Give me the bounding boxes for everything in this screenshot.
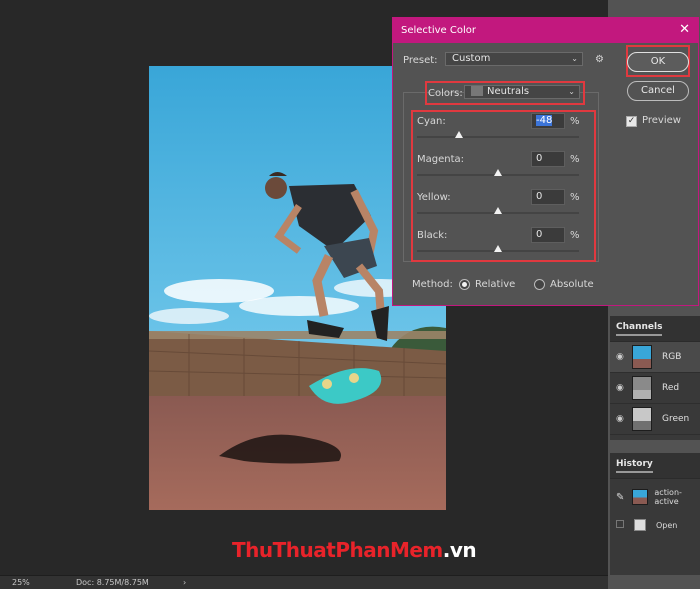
percent-label: % bbox=[570, 116, 580, 127]
preview-checkbox[interactable]: ✓ bbox=[626, 116, 637, 127]
absolute-label[interactable]: Absolute bbox=[550, 279, 594, 290]
history-item[interactable]: ✎ action-active bbox=[610, 483, 700, 511]
black-value-input[interactable]: 0 bbox=[531, 227, 565, 243]
history-tab[interactable]: History bbox=[616, 459, 653, 473]
brush-icon: ✎ bbox=[616, 491, 625, 503]
history-item-label: Open bbox=[656, 520, 678, 530]
selective-color-dialog: Selective Color ✕ Preset: Custom ⌄ ⚙ Col… bbox=[392, 17, 699, 306]
percent-label: % bbox=[570, 230, 580, 241]
close-icon[interactable]: ✕ bbox=[679, 22, 690, 37]
colors-label: Colors: bbox=[428, 88, 463, 99]
history-panel-header[interactable]: History bbox=[610, 453, 700, 479]
preset-select[interactable]: Custom ⌄ bbox=[445, 52, 583, 66]
channel-label: Red bbox=[662, 383, 680, 393]
gear-icon[interactable]: ⚙ bbox=[595, 54, 604, 65]
history-thumbnail bbox=[632, 489, 649, 505]
cyan-value-input[interactable]: -48 bbox=[531, 113, 565, 129]
chevron-right-icon[interactable]: › bbox=[183, 578, 186, 587]
history-item[interactable]: Open bbox=[610, 511, 700, 539]
preset-label: Preset: bbox=[403, 55, 438, 66]
checkbox-icon bbox=[616, 520, 630, 530]
colors-select[interactable]: Neutrals ⌄ bbox=[464, 85, 580, 99]
slider-label: Yellow: bbox=[417, 192, 451, 203]
slider-label: Magenta: bbox=[417, 154, 465, 165]
eye-icon[interactable]: ◉ bbox=[616, 383, 628, 393]
document-icon bbox=[634, 519, 646, 531]
zoom-level[interactable]: 25% bbox=[12, 578, 30, 587]
cyan-slider-track[interactable] bbox=[417, 136, 579, 138]
magenta-slider-thumb[interactable] bbox=[494, 169, 502, 176]
channels-panel: Channels ◉ RGB ◉ Red ◉ Green bbox=[610, 316, 700, 440]
channel-row-red[interactable]: ◉ Red bbox=[610, 373, 700, 404]
preview-label[interactable]: Preview bbox=[642, 115, 681, 126]
channel-row-green[interactable]: ◉ Green bbox=[610, 404, 700, 435]
channel-label: RGB bbox=[662, 352, 682, 362]
channel-thumbnail bbox=[632, 345, 652, 369]
channel-thumbnail bbox=[632, 376, 652, 400]
dialog-title: Selective Color bbox=[401, 25, 476, 36]
slider-label: Black: bbox=[417, 230, 448, 241]
percent-label: % bbox=[570, 154, 580, 165]
cancel-button[interactable]: Cancel bbox=[627, 81, 689, 101]
channel-thumbnail bbox=[632, 407, 652, 431]
ok-button[interactable]: OK bbox=[627, 52, 689, 72]
colors-value: Neutrals bbox=[487, 86, 530, 97]
yellow-value-input[interactable]: 0 bbox=[531, 189, 565, 205]
yellow-slider-thumb[interactable] bbox=[494, 207, 502, 214]
magenta-value-input[interactable]: 0 bbox=[531, 151, 565, 167]
preset-value: Custom bbox=[452, 53, 491, 64]
eye-icon[interactable]: ◉ bbox=[616, 352, 628, 362]
dialog-titlebar[interactable]: Selective Color bbox=[393, 18, 698, 43]
channel-row-rgb[interactable]: ◉ RGB bbox=[610, 342, 700, 373]
percent-label: % bbox=[570, 192, 580, 203]
watermark-logo: ThuThuatPhanMem.vn bbox=[232, 538, 477, 562]
status-bar: 25% Doc: 8.75M/8.75M › bbox=[0, 575, 608, 589]
relative-label[interactable]: Relative bbox=[475, 279, 515, 290]
document-info: Doc: 8.75M/8.75M bbox=[76, 578, 149, 587]
channels-panel-header[interactable]: Channels bbox=[610, 316, 700, 342]
color-swatch bbox=[471, 86, 483, 96]
slider-label: Cyan: bbox=[417, 116, 446, 127]
absolute-radio[interactable] bbox=[534, 279, 545, 290]
history-item-label: action-active bbox=[654, 488, 682, 506]
eye-icon[interactable]: ◉ bbox=[616, 414, 628, 424]
chevron-down-icon: ⌄ bbox=[571, 54, 578, 63]
relative-radio[interactable] bbox=[459, 279, 470, 290]
cyan-slider-thumb[interactable] bbox=[455, 131, 464, 138]
method-label: Method: bbox=[412, 279, 453, 290]
channel-label: Green bbox=[662, 414, 690, 424]
channels-tab[interactable]: Channels bbox=[616, 322, 663, 336]
history-panel: History ✎ action-active Open bbox=[610, 453, 700, 575]
chevron-down-icon: ⌄ bbox=[568, 87, 575, 96]
black-slider-thumb[interactable] bbox=[494, 245, 502, 252]
